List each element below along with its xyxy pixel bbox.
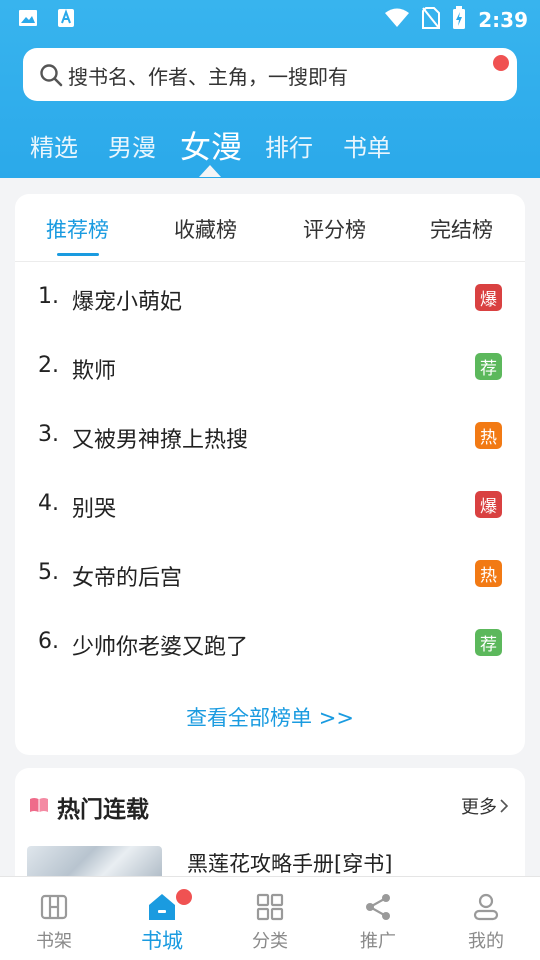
more-label: 更多 — [461, 797, 497, 818]
tab-featured[interactable]: 精选 — [30, 128, 78, 163]
book-title: 爆宠小萌妃 — [72, 290, 183, 315]
more-link[interactable]: 更多 — [461, 793, 509, 819]
category-tabs: 精选 男漫 女漫 排行 书单 — [0, 122, 540, 166]
wifi-icon — [384, 8, 410, 32]
battery-charging-icon — [452, 6, 466, 34]
nav-label: 书城 — [141, 929, 183, 953]
nav-label: 书架 — [36, 931, 72, 952]
nav-label: 分类 — [252, 931, 288, 952]
rank-number: 1. — [38, 284, 59, 309]
rank-number: 4. — [38, 491, 59, 516]
notification-dot — [176, 889, 192, 905]
list-item[interactable]: 5. 女帝的后宫 热 — [15, 539, 525, 608]
status-badge: 爆 — [475, 284, 502, 311]
nav-profile[interactable]: 我的 — [432, 877, 540, 960]
status-time: 2:39 — [478, 8, 528, 32]
rank-number: 2. — [38, 353, 59, 378]
ranking-card: 推荐榜 收藏榜 评分榜 完结榜 1. 爆宠小萌妃 爆 2. 欺师 荐 3. 又被… — [15, 194, 525, 755]
chevron-right-icon — [499, 798, 509, 819]
user-icon — [470, 891, 502, 923]
view-all-rankings-link[interactable]: 查看全部榜单 >> — [15, 702, 525, 732]
tab-male-comics[interactable]: 男漫 — [108, 128, 156, 163]
rank-number: 6. — [38, 629, 59, 654]
book-title: 少帅你老婆又跑了 — [72, 635, 249, 660]
tab-book-lists[interactable]: 书单 — [343, 128, 391, 163]
section-title: 热门连载 — [57, 797, 149, 823]
status-badge: 荐 — [475, 629, 502, 656]
bottom-navigation: 书架 书城 分类 推广 我的 — [0, 876, 540, 960]
list-item[interactable]: 6. 少帅你老婆又跑了 荐 — [15, 608, 525, 677]
font-app-icon — [56, 8, 76, 28]
book-title[interactable]: 黑莲花攻略手册[穿书] — [187, 848, 392, 878]
grid-icon — [254, 891, 286, 923]
list-item[interactable]: 4. 别哭 爆 — [15, 470, 525, 539]
nav-label: 我的 — [468, 931, 504, 952]
book-title: 欺师 — [72, 359, 117, 384]
search-placeholder: 搜书名、作者、主角，一搜即有 — [68, 65, 348, 89]
status-bar: 2:39 — [0, 0, 540, 36]
list-item[interactable]: 3. 又被男神撩上热搜 热 — [15, 401, 525, 470]
hot-serial-section: 热门连载 更多 黑莲花攻略手册[穿书] — [15, 768, 525, 878]
rank-number: 3. — [38, 422, 59, 447]
status-badge: 热 — [475, 560, 502, 587]
list-item[interactable]: 1. 爆宠小萌妃 爆 — [15, 263, 525, 332]
no-sim-icon — [422, 7, 441, 33]
home-icon — [146, 891, 178, 923]
bookshelf-icon — [38, 891, 70, 923]
tab-female-comics[interactable]: 女漫 — [180, 122, 242, 167]
tab-favorites[interactable]: 收藏榜 — [174, 214, 237, 244]
book-cover[interactable] — [27, 846, 162, 878]
tab-underline — [57, 253, 99, 256]
open-book-icon — [29, 797, 49, 817]
tab-ranking[interactable]: 排行 — [265, 128, 313, 163]
tab-recommended[interactable]: 推荐榜 — [46, 214, 109, 244]
list-item[interactable]: 2. 欺师 荐 — [15, 332, 525, 401]
status-badge: 荐 — [475, 353, 502, 380]
tab-rating[interactable]: 评分榜 — [303, 214, 366, 244]
nav-bookshelf[interactable]: 书架 — [0, 877, 108, 960]
nav-label: 推广 — [360, 931, 396, 952]
status-badge: 热 — [475, 422, 502, 449]
active-tab-indicator — [199, 165, 221, 177]
book-title: 女帝的后宫 — [72, 566, 183, 591]
header-background: 2:39 搜书名、作者、主角，一搜即有 精选 男漫 女漫 排行 书单 — [0, 0, 540, 178]
ranking-tabs: 推荐榜 收藏榜 评分榜 完结榜 — [15, 194, 525, 262]
image-icon — [18, 8, 38, 28]
share-icon — [362, 891, 394, 923]
search-icon — [39, 63, 63, 91]
rank-number: 5. — [38, 560, 59, 585]
search-input[interactable]: 搜书名、作者、主角，一搜即有 — [23, 48, 517, 101]
book-title: 又被男神撩上热搜 — [72, 428, 249, 453]
nav-bookstore[interactable]: 书城 — [108, 877, 216, 960]
nav-promote[interactable]: 推广 — [324, 877, 432, 960]
tab-completed[interactable]: 完结榜 — [430, 214, 493, 244]
nav-categories[interactable]: 分类 — [216, 877, 324, 960]
notification-dot — [493, 55, 509, 71]
status-badge: 爆 — [475, 491, 502, 518]
book-title: 别哭 — [72, 497, 117, 522]
